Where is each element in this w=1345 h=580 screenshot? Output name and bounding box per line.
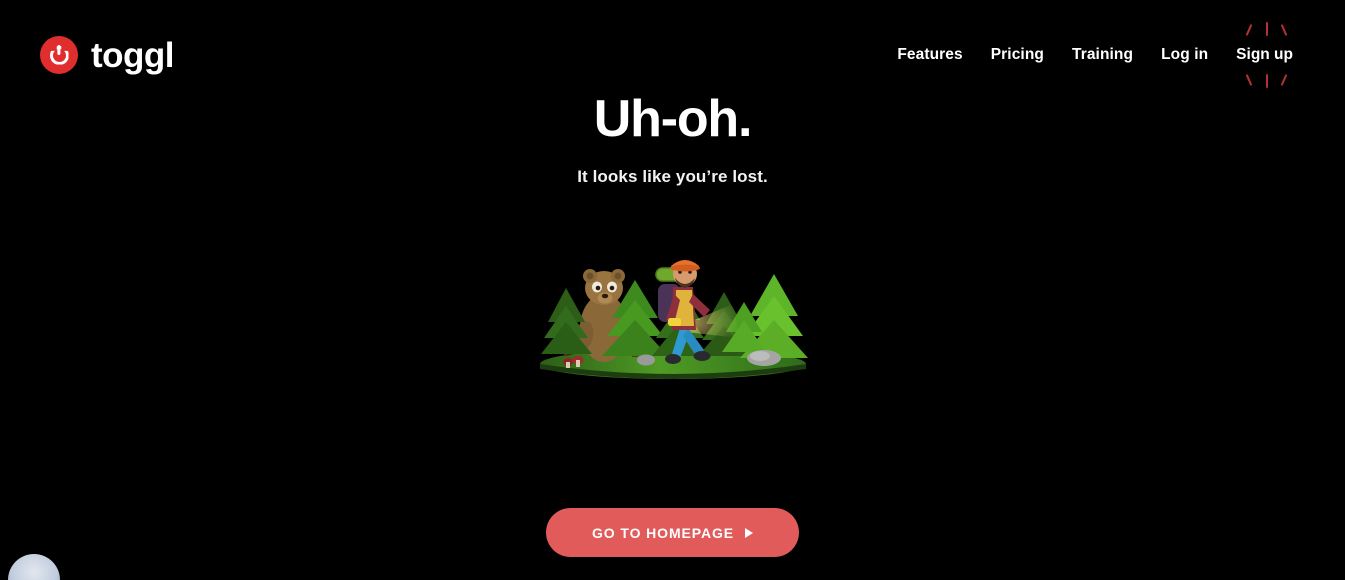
nav-item-training[interactable]: Training: [1058, 46, 1147, 64]
cta-section: GO TO HOMEPAGE: [0, 508, 1345, 557]
nav-item-sign-up-label: Sign up: [1236, 46, 1293, 63]
power-button-icon: [40, 36, 78, 74]
hero-section: Uh-oh. It looks like you’re lost.: [0, 92, 1345, 187]
page-title: Uh-oh.: [593, 90, 753, 148]
lost-hiker-forest-illustration: [528, 232, 818, 384]
play-arrow-icon: [744, 527, 753, 538]
nav-item-sign-up[interactable]: Sign up: [1222, 22, 1309, 88]
nav-item-log-in[interactable]: Log in: [1147, 46, 1222, 64]
page-subtitle: It looks like you’re lost.: [577, 166, 768, 186]
main-navigation: Features Pricing Training Log in Sign up: [883, 22, 1309, 88]
chat-widget-button[interactable]: [8, 554, 60, 580]
brand-logo[interactable]: toggl: [40, 35, 175, 75]
brand-name: toggl: [91, 35, 175, 75]
go-to-homepage-label: GO TO HOMEPAGE: [592, 524, 734, 541]
nav-item-pricing[interactable]: Pricing: [977, 46, 1058, 64]
sparkle-burst-bottom-icon: [1222, 68, 1309, 90]
go-to-homepage-button[interactable]: GO TO HOMEPAGE: [546, 508, 799, 557]
nav-item-features[interactable]: Features: [883, 46, 976, 64]
sparkle-burst-top-icon: [1222, 20, 1309, 42]
